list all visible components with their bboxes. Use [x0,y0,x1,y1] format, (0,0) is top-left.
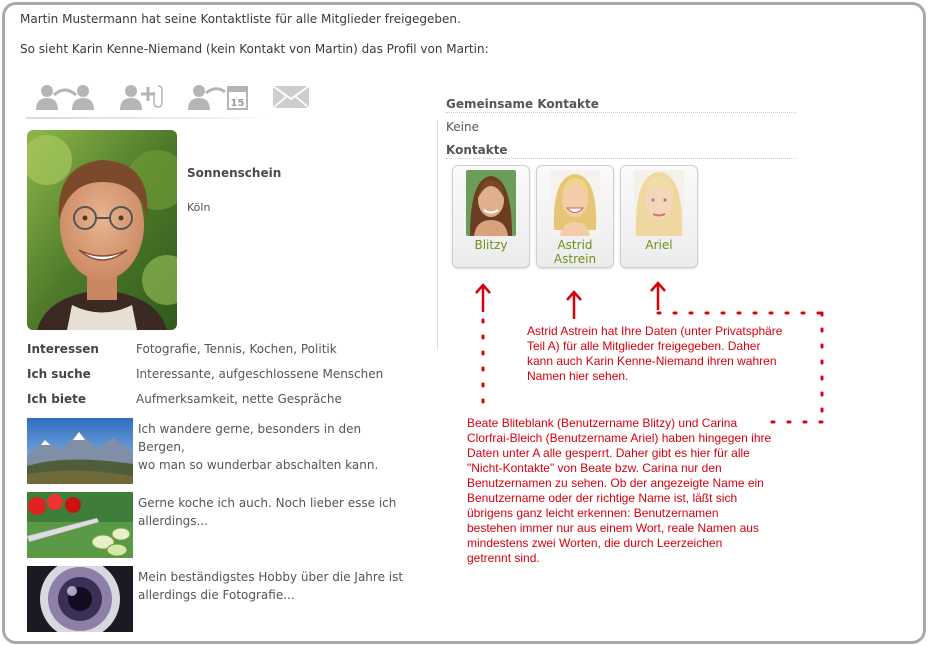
add-contact-icon[interactable] [118,82,164,112]
contact-card-astrid-astrein[interactable]: Astrid Astrein [536,165,614,268]
detail-label-interests: Interessen [27,342,99,356]
annotation-beate-carina: Beate Bliteblank (Benutzername Blitzy) u… [467,416,772,565]
toolbar-underline [26,117,270,119]
hobby-text-mountains: Ich wandere gerne, besonders in den Berg… [138,422,379,472]
intro-line-1: Martin Mustermann hat seine Kontaktliste… [20,12,461,26]
profile-photo [27,130,177,330]
column-divider [437,120,438,350]
contacts-divider [446,158,796,159]
hobby-image-camera-lens [27,566,133,632]
mail-icon[interactable] [272,82,310,112]
shared-contacts-title: Gemeinsame Kontakte [446,97,599,111]
contacts-link-icon[interactable] [34,82,96,112]
hobby-text-photography: Mein beständigstes Hobby über die Jahre … [138,570,404,602]
contact-name-blitzy[interactable]: Blitzy [453,238,529,252]
contact-name-ariel[interactable]: Ariel [621,238,697,252]
profile-city: Köln [187,201,211,214]
detail-value-seeking: Interessante, aufgeschlossene Menschen [136,367,384,381]
shared-contacts-value: Keine [446,120,479,134]
arrow-up-icon [650,281,666,310]
schedule-date-icon[interactable]: 15 [186,82,250,112]
arrow-up-icon [475,283,491,312]
contact-name-astrid-astrein[interactable]: Astrid Astrein [537,238,613,266]
profile-nickname: Sonnenschein [187,166,282,180]
avatar [466,170,516,236]
avatar [550,170,600,236]
detail-label-offering: Ich biete [27,392,87,406]
detail-label-seeking: Ich suche [27,367,91,381]
hobby-text-cooking: Gerne koche ich auch. Noch lieber esse i… [138,496,397,528]
hobby-image-mountains [27,418,133,484]
shared-contacts-divider [446,112,796,113]
contacts-title: Kontakte [446,143,508,157]
calendar-day: 15 [231,98,245,109]
contact-card-blitzy[interactable]: Blitzy [452,165,530,268]
annotation-astrid: Astrid Astrein hat Ihre Daten (unter Pri… [527,324,783,383]
detail-value-offering: Aufmerksamkeit, nette Gespräche [136,392,342,406]
avatar [634,170,684,236]
arrow-up-icon [566,290,582,319]
hobby-image-cooking [27,492,133,558]
detail-value-interests: Fotografie, Tennis, Kochen, Politik [136,342,337,356]
contact-card-ariel[interactable]: Ariel [620,165,698,268]
intro-line-2: So sieht Karin Kenne-Niemand (kein Konta… [20,42,489,56]
